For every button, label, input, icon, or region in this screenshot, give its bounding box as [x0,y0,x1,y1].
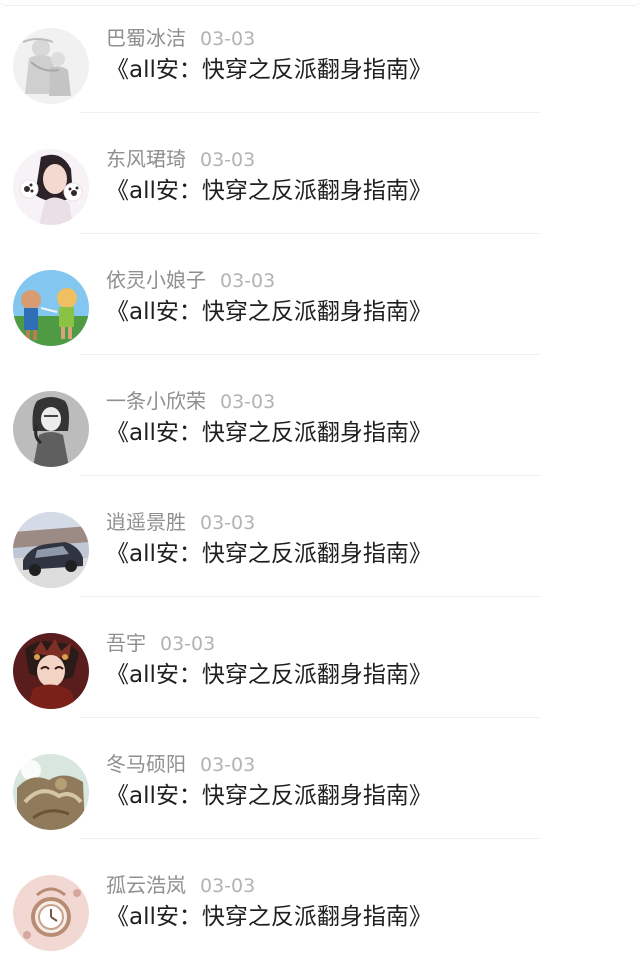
comment-date: 03-03 [200,149,256,171]
username[interactable]: 一条小欣荣 [106,389,206,413]
username[interactable]: 逍遥景胜 [106,510,186,534]
username[interactable]: 吾宇 [106,631,146,655]
username[interactable]: 依灵小娘子 [106,268,206,292]
comment-item[interactable]: 东风珺琦 03-03 《all安：快穿之反派翻身指南》 [0,147,640,270]
bw-girl-avatar-icon[interactable] [13,391,89,467]
comment-text: 《all安：快穿之反派翻身指南》 [106,541,432,567]
comment-text: 《all安：快穿之反派翻身指南》 [106,178,432,204]
username[interactable]: 东风珺琦 [106,147,186,171]
divider [80,112,540,113]
comment-list-page: 巴蜀冰洁 03-03 《all安：快穿之反派翻身指南》 东风珺琦 03-03 《… [0,0,640,973]
comment-meta: 冬马硕阳 03-03 [106,750,255,778]
comment-date: 03-03 [200,875,256,897]
anime-character-avatar-icon[interactable] [13,633,89,709]
comment-meta: 依灵小娘子 03-03 [106,266,275,294]
username[interactable]: 孤云浩岚 [106,873,186,897]
comment-text: 《all安：快穿之反派翻身指南》 [106,783,432,809]
comment-meta: 东风珺琦 03-03 [106,145,255,173]
comment-item[interactable]: 一条小欣荣 03-03 《all安：快穿之反派翻身指南》 [0,389,640,512]
comment-date: 03-03 [220,270,276,292]
comment-text: 《all安：快穿之反派翻身指南》 [106,420,432,446]
divider [80,233,540,234]
comment-date: 03-03 [220,391,276,413]
comment-meta: 吾宇 03-03 [106,629,215,657]
comment-item[interactable]: 依灵小娘子 03-03 《all安：快穿之反派翻身指南》 [0,268,640,391]
top-card-edge [0,0,640,6]
pocket-watch-avatar-icon[interactable] [13,875,89,951]
comment-text: 《all安：快穿之反派翻身指南》 [106,299,432,325]
girl-paw-avatar-icon[interactable] [13,149,89,225]
comment-text: 《all安：快穿之反派翻身指南》 [106,662,432,688]
divider [80,354,540,355]
comment-item[interactable]: 冬马硕阳 03-03 《all安：快穿之反派翻身指南》 [0,752,640,875]
cartoon-kids-avatar-icon[interactable] [13,270,89,346]
comment-date: 03-03 [200,512,256,534]
sketch-mother-child-avatar-icon[interactable] [13,28,89,104]
username[interactable]: 巴蜀冰洁 [106,26,186,50]
artwork-avatar-icon[interactable] [13,754,89,830]
comment-item[interactable]: 逍遥景胜 03-03 《all安：快穿之反派翻身指南》 [0,510,640,633]
comment-date: 03-03 [200,754,256,776]
comment-meta: 逍遥景胜 03-03 [106,508,255,536]
comment-meta: 孤云浩岚 03-03 [106,871,255,899]
username[interactable]: 冬马硕阳 [106,752,186,776]
comment-meta: 巴蜀冰洁 03-03 [106,24,255,52]
divider [80,475,540,476]
comment-item[interactable]: 孤云浩岚 03-03 《all安：快穿之反派翻身指南》 [0,873,640,973]
divider [80,838,540,839]
comment-text: 《all安：快穿之反派翻身指南》 [106,904,432,930]
comment-item[interactable]: 吾宇 03-03 《all安：快穿之反派翻身指南》 [0,631,640,754]
comment-date: 03-03 [160,633,216,655]
comment-meta: 一条小欣荣 03-03 [106,387,275,415]
comment-date: 03-03 [200,28,256,50]
comment-item[interactable]: 巴蜀冰洁 03-03 《all安：快穿之反派翻身指南》 [0,26,640,149]
car-avatar-icon[interactable] [13,512,89,588]
comment-text: 《all安：快穿之反派翻身指南》 [106,57,432,83]
divider [80,596,540,597]
divider [80,717,540,718]
